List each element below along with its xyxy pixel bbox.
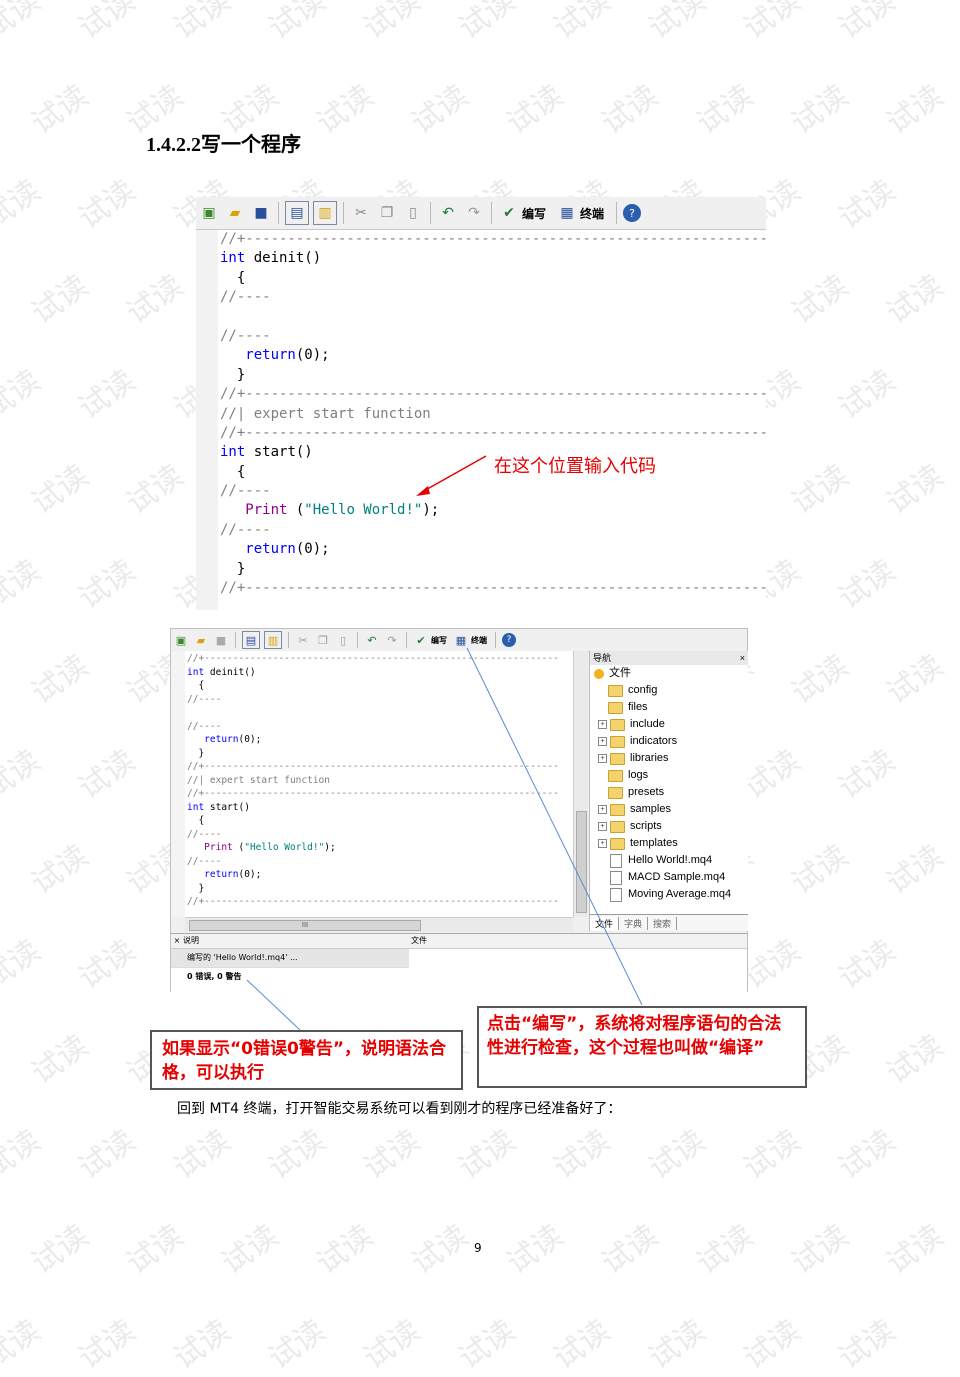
callout-lines — [246, 647, 643, 1031]
callout-right: 点击“编写”，系统将对程序语句的合法性进行检查，这个过程也叫做“编译” — [477, 1006, 807, 1088]
page-number: 9 — [474, 1241, 482, 1255]
callout-left: 如果显示“0错误0警告”，说明语法合格，可以执行 — [150, 1030, 463, 1090]
body-paragraph: 回到 MT4 终端，打开智能交易系统可以看到刚才的程序已经准备好了： — [177, 1101, 622, 1117]
